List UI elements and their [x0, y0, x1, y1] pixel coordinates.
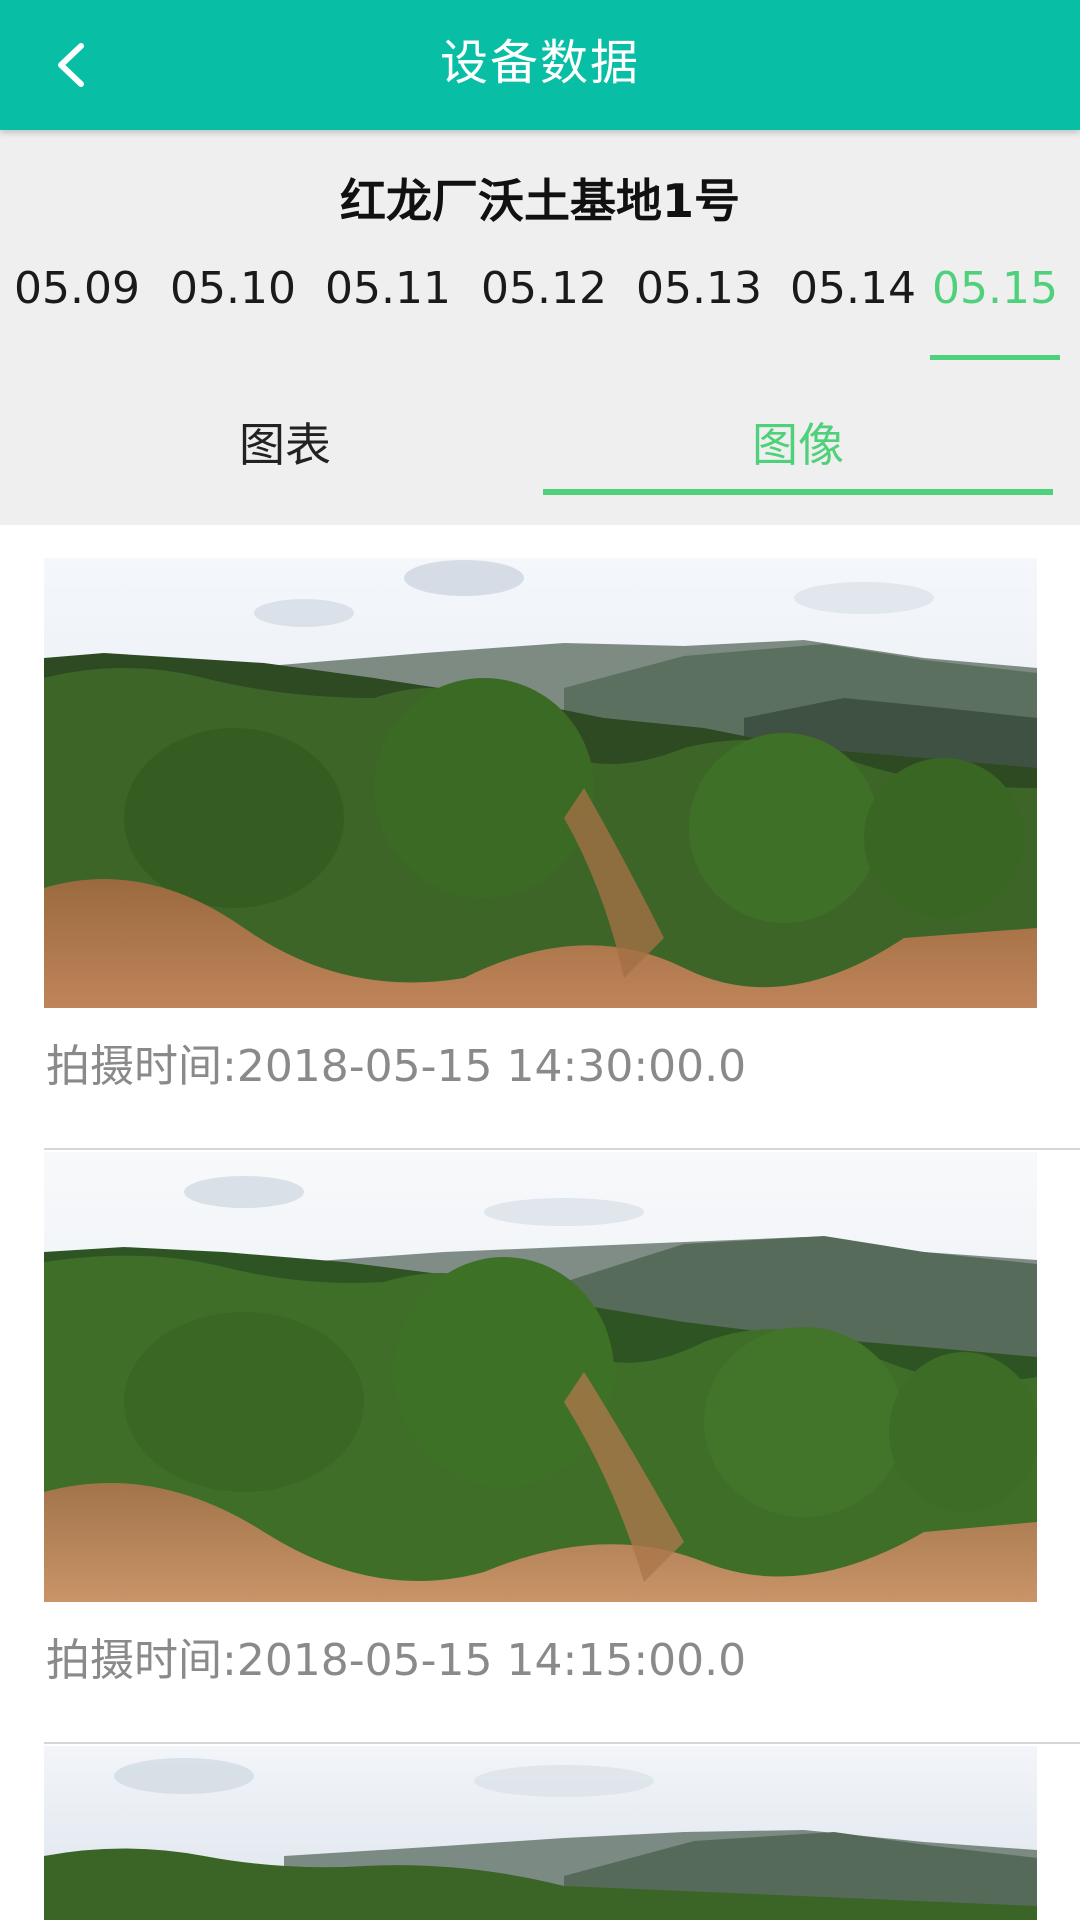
field-photo[interactable] — [44, 1152, 1037, 1602]
field-photo[interactable] — [44, 1746, 1037, 1920]
capture-time: 拍摄时间:2018-05-15 14:15:00.0 — [46, 1635, 747, 1686]
site-name: 红龙厂沃土基地1号 — [339, 174, 740, 228]
app-bar: 设备数据 — [0, 0, 1080, 130]
filter-panel: 红龙厂沃土基地1号 05.09 05.10 05.11 05.12 05.13 … — [0, 130, 1080, 525]
page-title: 设备数据 — [439, 35, 640, 91]
tab-image[interactable]: 图像 — [543, 370, 1053, 525]
tab-chart[interactable]: 图表 — [30, 370, 540, 525]
date-tab-0509[interactable]: 05.09 — [12, 245, 142, 360]
date-tab-0510[interactable]: 05.10 — [168, 245, 298, 360]
date-tab-0514[interactable]: 05.14 — [788, 245, 918, 360]
capture-time: 拍摄时间:2018-05-15 14:30:00.0 — [46, 1041, 747, 1092]
divider — [44, 1148, 1080, 1150]
date-tab-0513[interactable]: 05.13 — [634, 245, 764, 360]
field-photo[interactable] — [44, 558, 1037, 1008]
date-tab-0515[interactable]: 05.15 — [930, 245, 1060, 360]
divider — [44, 1742, 1080, 1744]
date-tab-0512[interactable]: 05.12 — [479, 245, 609, 360]
date-tab-0511[interactable]: 05.11 — [323, 245, 453, 360]
